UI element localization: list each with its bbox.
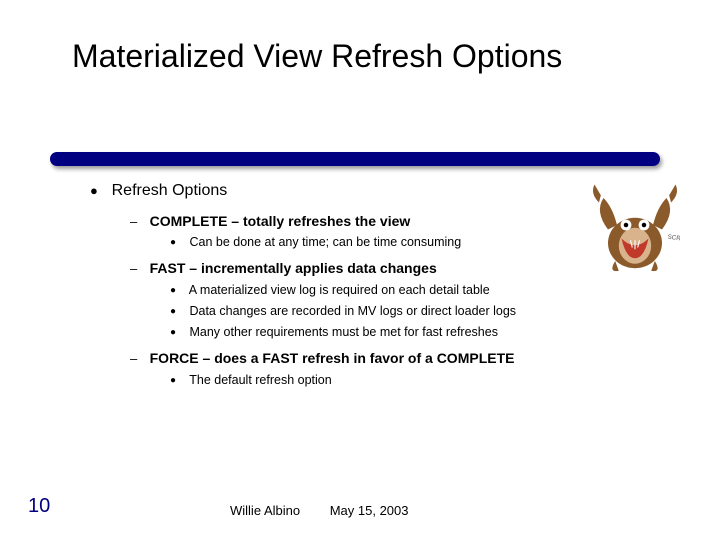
bullet-level3: ● Can be done at any time; can be time c… <box>170 234 580 251</box>
dash-bullet-icon: – <box>130 213 146 231</box>
footer-author: Willie Albino <box>230 503 300 518</box>
dot-bullet-icon: ● <box>170 284 186 298</box>
option-label: FORCE – does a FAST refresh in favor of … <box>150 350 515 366</box>
dot-bullet-icon: ● <box>170 326 186 340</box>
option-label: COMPLETE – totally refreshes the view <box>150 213 411 229</box>
footer: Willie Albino May 15, 2003 <box>230 503 409 518</box>
slide: Materialized View Refresh Options ● Refr… <box>0 0 720 540</box>
bullet-level3: ● A materialized view log is required on… <box>170 282 580 299</box>
bullet-level3: ● The default refresh option <box>170 372 580 389</box>
point-text: Data changes are recorded in MV logs or … <box>189 304 516 318</box>
bullet-level3: ● Many other requirements must be met fo… <box>170 324 580 341</box>
bullet-level2: – FAST – incrementally applies data chan… <box>130 259 580 278</box>
dot-bullet-icon: ● <box>170 305 186 319</box>
disc-bullet-icon: ● <box>90 182 108 200</box>
heading-text: Refresh Options <box>112 182 228 199</box>
dot-bullet-icon: ● <box>170 236 186 250</box>
bullet-level2: – COMPLETE – totally refreshes the view <box>130 212 580 231</box>
svg-text:SCREECH: SCREECH <box>667 234 680 245</box>
slide-title: Materialized View Refresh Options <box>72 38 562 75</box>
bullet-level2: – FORCE – does a FAST refresh in favor o… <box>130 349 580 368</box>
dash-bullet-icon: – <box>130 350 146 368</box>
option-label: FAST – incrementally applies data change… <box>150 260 437 276</box>
content-body: ● Refresh Options – COMPLETE – totally r… <box>90 180 580 389</box>
dot-bullet-icon: ● <box>170 374 186 388</box>
title-underline <box>50 152 660 166</box>
bullet-level3: ● Data changes are recorded in MV logs o… <box>170 303 580 320</box>
cartoon-character-icon: SCREECH <box>590 175 680 275</box>
bullet-level1: ● Refresh Options <box>90 180 580 202</box>
point-text: Can be done at any time; can be time con… <box>189 235 461 249</box>
point-text: Many other requirements must be met for … <box>189 325 497 339</box>
point-text: The default refresh option <box>189 373 331 387</box>
footer-date: May 15, 2003 <box>330 503 409 518</box>
dash-bullet-icon: – <box>130 260 146 278</box>
slide-number: 10 <box>28 495 50 518</box>
point-text: A materialized view log is required on e… <box>189 283 490 297</box>
